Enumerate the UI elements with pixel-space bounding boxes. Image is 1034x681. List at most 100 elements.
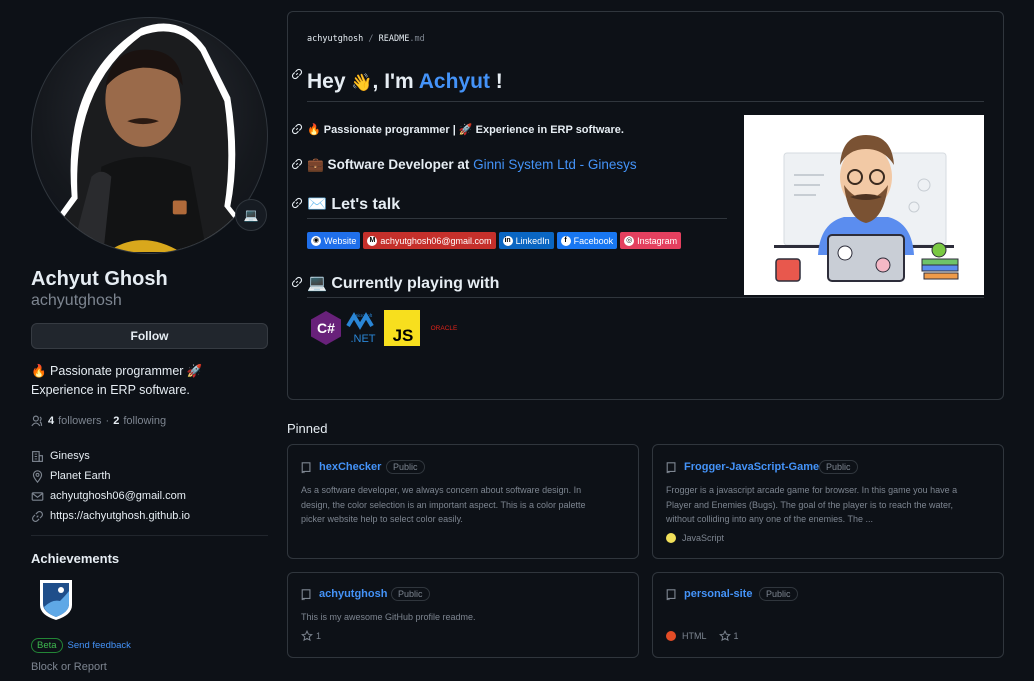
beta-feedback: Beta Send feedback bbox=[31, 638, 131, 653]
greeting-name: Achyut bbox=[418, 70, 490, 93]
star-count: 1 bbox=[316, 631, 322, 641]
repo-icon bbox=[301, 462, 311, 474]
playing-heading: 💻 Currently playing with bbox=[307, 275, 500, 292]
tech-logos: C# Microsoft .NET JS ORACLE bbox=[310, 310, 464, 346]
repo-desc-line: picker website help to select color easi… bbox=[301, 514, 463, 524]
oracle-label: ORACLE bbox=[431, 325, 458, 332]
star-count: 1 bbox=[733, 631, 739, 641]
avatar[interactable] bbox=[31, 17, 268, 254]
block-report-link[interactable]: Block or Report bbox=[31, 661, 107, 673]
followers-count[interactable]: 4 bbox=[48, 415, 54, 427]
profile-login: achyutghosh bbox=[31, 292, 122, 309]
pinned-card-personal-site: personal-site Public HTML 1 bbox=[652, 572, 1004, 658]
readme-path-user[interactable]: achyutghosh bbox=[307, 34, 363, 44]
greeting-post: ! bbox=[489, 70, 503, 93]
instagram-icon: ◎ bbox=[624, 235, 635, 246]
readme-path-sep: / bbox=[368, 34, 374, 44]
dotnet-top-label: Microsoft bbox=[354, 313, 373, 318]
playing-rule bbox=[307, 297, 984, 298]
repo-meta: JavaScript bbox=[666, 533, 724, 543]
website-badge[interactable]: ◉ Website bbox=[307, 232, 361, 249]
people-icon bbox=[31, 415, 43, 427]
badge-label: Instagram bbox=[637, 235, 678, 246]
job-pre: 💼 Software Developer at bbox=[307, 157, 474, 172]
linkedin-badge[interactable]: in LinkedIn bbox=[498, 232, 554, 249]
csharp-label: C# bbox=[317, 320, 335, 336]
status-emoji-button[interactable]: 💻 bbox=[235, 199, 267, 231]
readme-path-file: README bbox=[378, 34, 410, 44]
facebook-icon: f bbox=[560, 235, 571, 246]
greeting-pre: Hey bbox=[307, 70, 352, 93]
anchor-link-icon[interactable] bbox=[291, 276, 303, 288]
bio-line-1: 🔥 Passionate programmer 🚀 bbox=[31, 364, 203, 378]
job-line: 💼 Software Developer at Ginni System Ltd… bbox=[307, 157, 637, 173]
repo-language: HTML bbox=[666, 631, 707, 641]
email-link[interactable]: achyutghosh06@gmail.com bbox=[50, 490, 186, 502]
developer-illustration bbox=[744, 115, 984, 295]
company-text: Ginesys bbox=[50, 450, 90, 462]
repo-name-link[interactable]: achyutghosh bbox=[319, 588, 387, 600]
oracle-icon: ORACLE bbox=[431, 325, 458, 332]
following-count[interactable]: 2 bbox=[113, 415, 119, 427]
passion-line: 🔥 Passionate programmer | 🚀 Experience i… bbox=[307, 124, 624, 136]
facebook-badge[interactable]: f Facebook bbox=[556, 232, 618, 249]
repo-name-link[interactable]: hexChecker bbox=[319, 461, 381, 473]
organization-icon bbox=[32, 450, 43, 462]
profile-bio: 🔥 Passionate programmer 🚀 Experience in … bbox=[31, 362, 268, 400]
repo-desc-line: design, the color selection is an import… bbox=[301, 499, 586, 510]
detail-website[interactable]: https://achyutghosh.github.io bbox=[31, 506, 268, 526]
repo-desc-line: Player and Enemies (Bugs). The goal of t… bbox=[666, 499, 953, 510]
badge-label: LinkedIn bbox=[515, 235, 550, 246]
repo-desc-line: As a software developer, we always conce… bbox=[301, 485, 582, 495]
wave-emoji: 👋 bbox=[351, 73, 373, 92]
website-link[interactable]: https://achyutghosh.github.io bbox=[50, 510, 190, 522]
talk-rule bbox=[307, 218, 727, 219]
repo-stars[interactable]: 1 bbox=[718, 630, 739, 642]
dotnet-label: .NET bbox=[350, 333, 375, 345]
dotnet-icon: Microsoft .NET bbox=[346, 312, 376, 345]
achievement-badge[interactable] bbox=[36, 577, 76, 621]
pinned-heading: Pinned bbox=[287, 421, 328, 436]
pinned-card-achyutghosh: achyutghosh Public This is my awesome Gi… bbox=[287, 572, 639, 658]
star-icon bbox=[301, 630, 313, 642]
follow-button[interactable]: Follow bbox=[31, 323, 268, 349]
anchor-link-icon[interactable] bbox=[291, 123, 303, 135]
visibility-badge: Public bbox=[391, 587, 430, 601]
badge-label: Website bbox=[324, 235, 357, 246]
send-feedback-link[interactable]: Send feedback bbox=[68, 640, 131, 651]
repo-name-link[interactable]: personal-site bbox=[684, 588, 752, 600]
profile-readme: achyutghosh / README.md Hey 👋, I'm Achyu… bbox=[287, 11, 1004, 400]
repo-icon bbox=[666, 589, 676, 601]
following-link[interactable]: following bbox=[123, 415, 166, 427]
beta-label: Beta bbox=[31, 638, 63, 653]
readme-path-ext: .md bbox=[409, 34, 425, 44]
arctic-code-vault-icon bbox=[40, 580, 72, 620]
repo-meta: HTML 1 bbox=[666, 630, 739, 642]
repo-icon bbox=[301, 589, 311, 601]
repo-name-link[interactable]: Frogger-JavaScript-Game bbox=[684, 461, 819, 473]
repo-description: Frogger is a javascript arcade game for … bbox=[666, 483, 986, 527]
company-link[interactable]: Ginni System Ltd - Ginesys bbox=[473, 157, 637, 172]
profile-name: Achyut Ghosh bbox=[31, 268, 168, 290]
repo-stars[interactable]: 1 bbox=[301, 630, 321, 642]
repo-desc-line: without colliding into any one of the en… bbox=[666, 514, 873, 524]
anchor-link-icon[interactable] bbox=[291, 158, 303, 170]
instagram-badge[interactable]: ◎ Instagram bbox=[620, 232, 682, 249]
gmail-badge[interactable]: Machyutghosh06@gmail.com bbox=[363, 232, 496, 249]
followers-link[interactable]: followers bbox=[58, 415, 101, 427]
visibility-badge: Public bbox=[759, 587, 798, 601]
avatar-photo bbox=[32, 23, 267, 253]
detail-email[interactable]: achyutghosh06@gmail.com bbox=[31, 486, 268, 506]
linkedin-icon: in bbox=[502, 235, 513, 246]
repo-description: As a software developer, we always conce… bbox=[301, 483, 621, 527]
badge-label: Facebook bbox=[573, 235, 614, 246]
follow-stats: 4 followers · 2 following bbox=[31, 415, 166, 427]
detail-company: Ginesys bbox=[31, 446, 268, 466]
greeting-mid: , I'm bbox=[372, 70, 419, 93]
anchor-link-icon[interactable] bbox=[291, 68, 303, 80]
anchor-link-icon[interactable] bbox=[291, 197, 303, 209]
repo-language: JavaScript bbox=[666, 533, 724, 543]
link-icon bbox=[32, 510, 43, 522]
language-color-dot bbox=[666, 533, 676, 543]
achievements-heading[interactable]: Achievements bbox=[31, 551, 119, 566]
